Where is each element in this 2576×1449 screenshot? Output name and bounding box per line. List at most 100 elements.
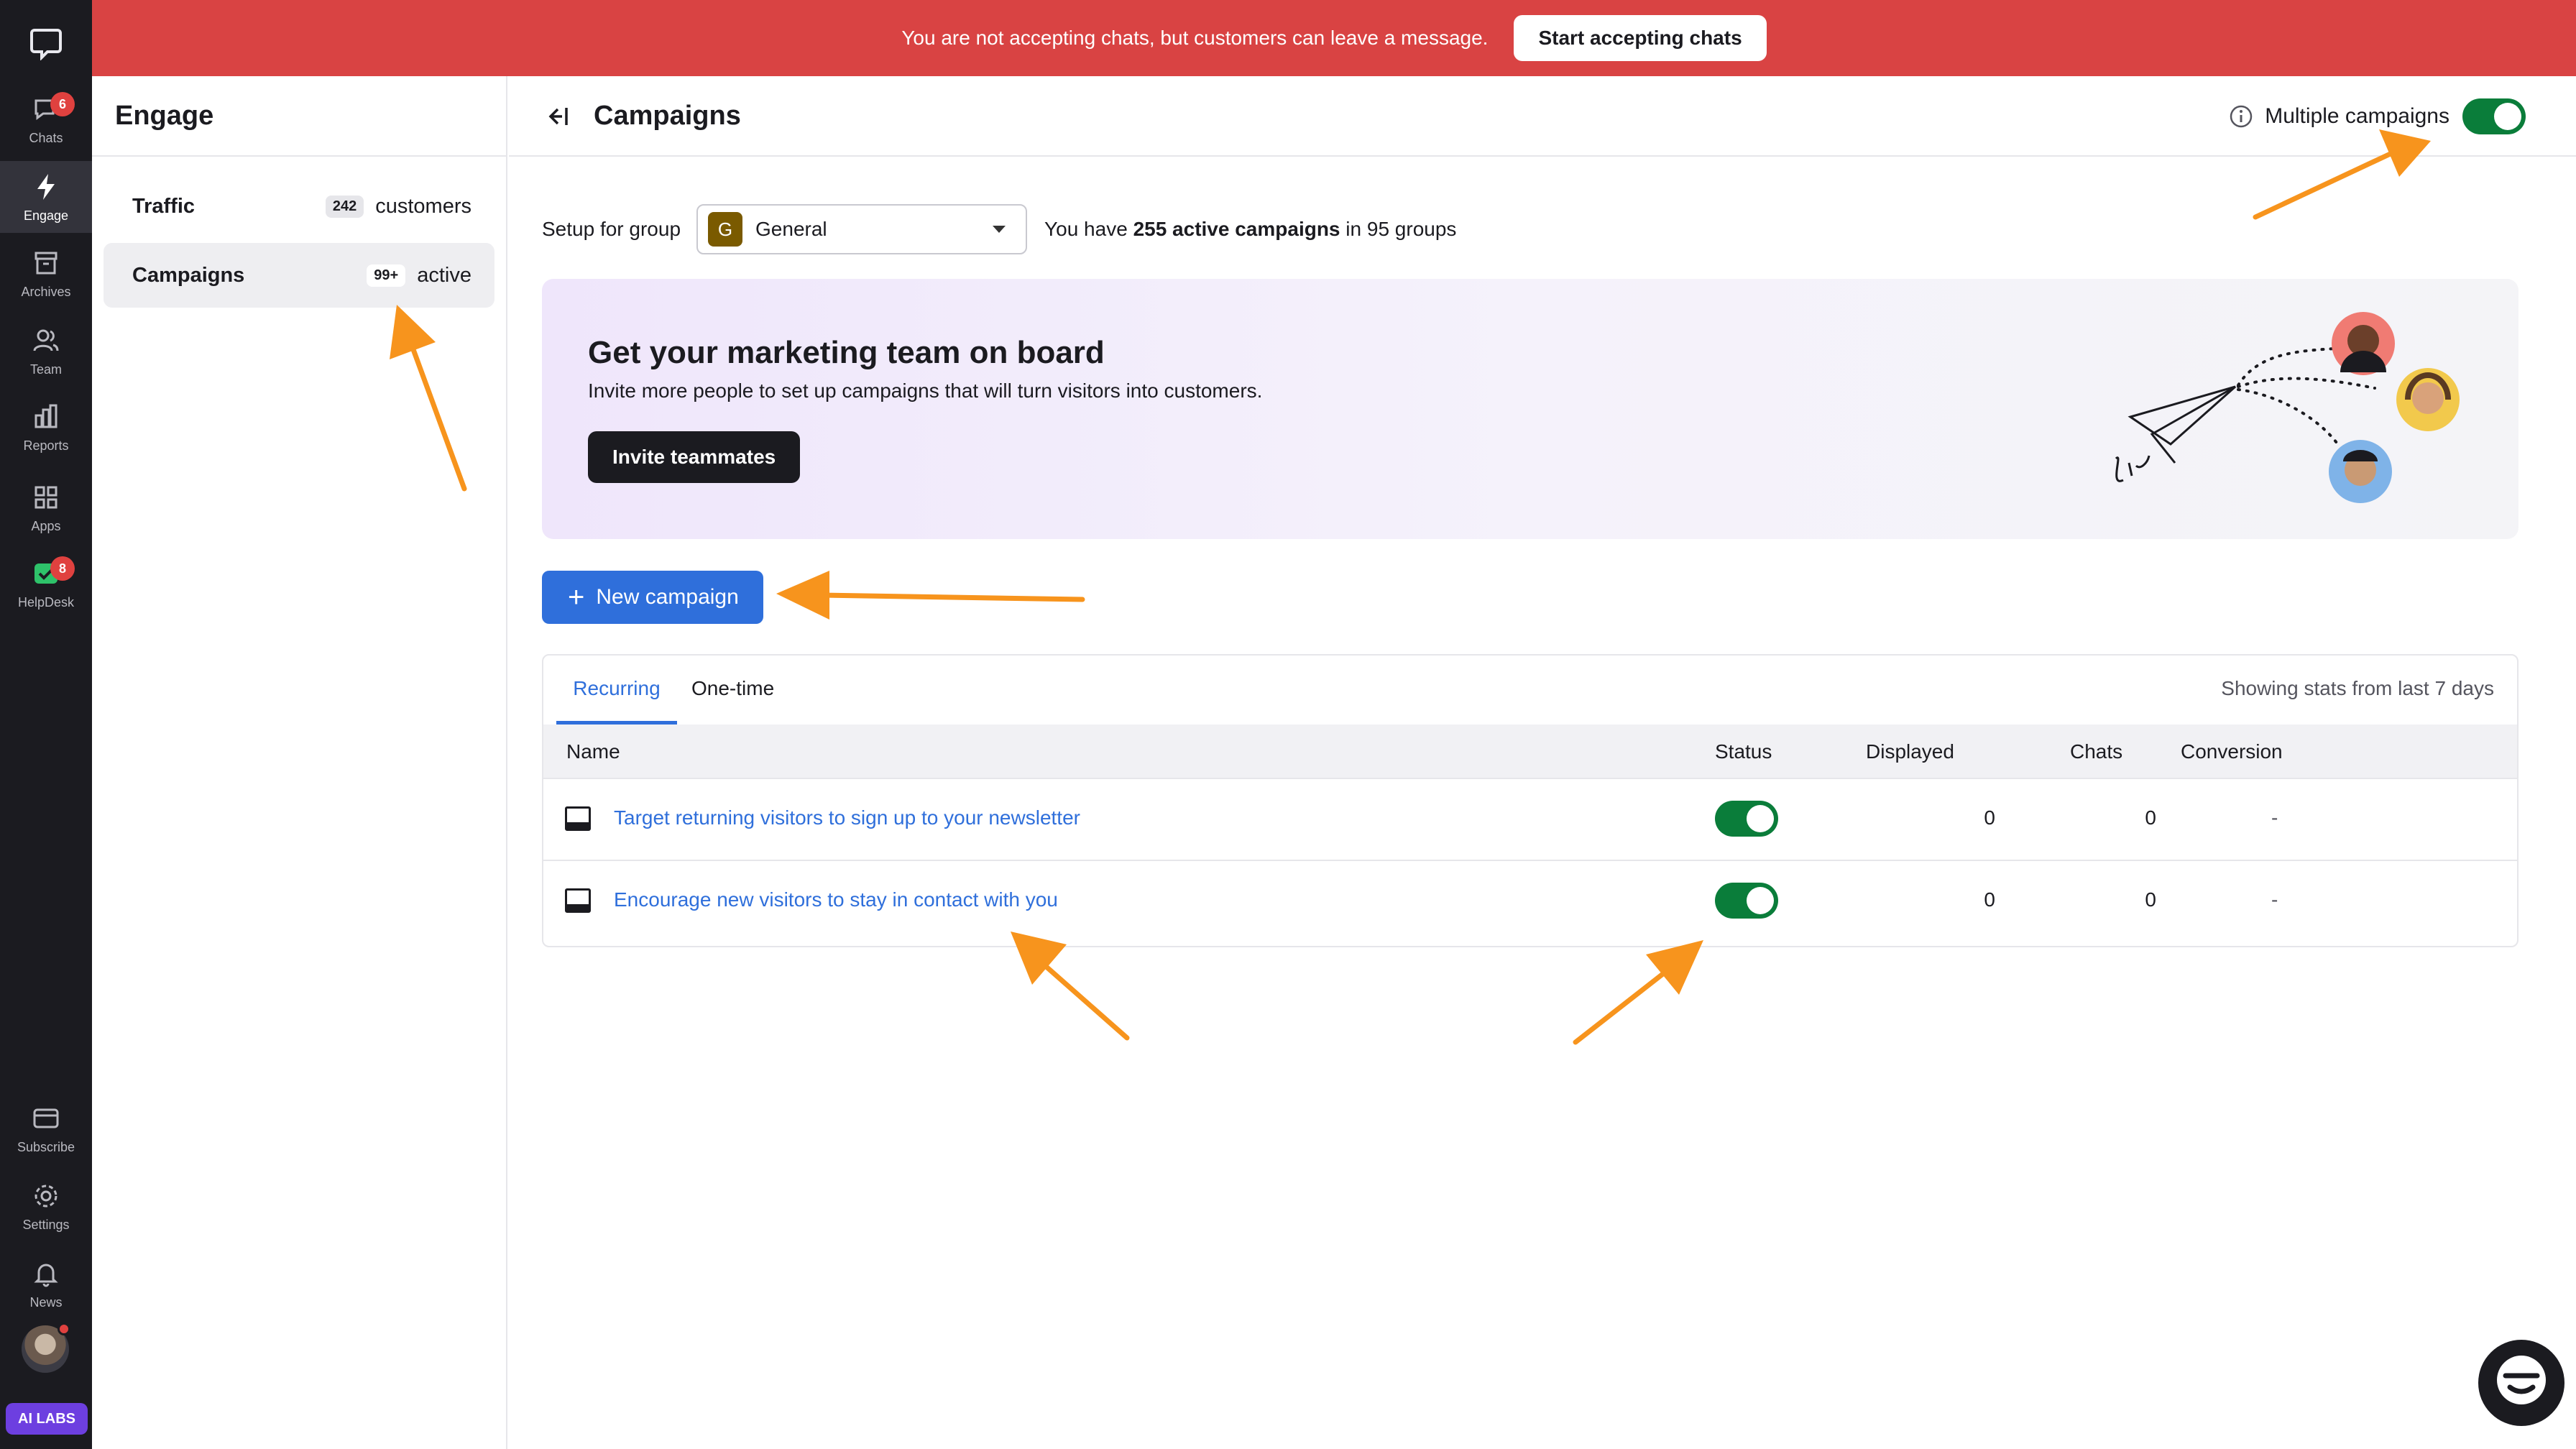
rail-label: Engage <box>23 208 69 223</box>
rail-label: HelpDesk <box>17 594 75 610</box>
helpdesk-count-badge: 8 <box>50 556 75 581</box>
paper-plane-illustration <box>2115 312 2460 503</box>
bell-icon <box>34 1264 58 1287</box>
stats-range-text: Showing stats from last 7 days <box>2221 677 2494 699</box>
chats-value: 0 <box>2145 806 2156 829</box>
collapse-arrow-icon[interactable] <box>542 102 571 131</box>
campaign-status-toggle[interactable] <box>1715 883 1778 919</box>
divider <box>92 155 506 157</box>
campaign-status-toggle[interactable] <box>1715 801 1778 837</box>
rail-label: Apps <box>31 518 61 533</box>
page-title: Campaigns <box>594 101 741 131</box>
new-campaign-label: New campaign <box>596 585 739 609</box>
team-icon <box>33 329 59 351</box>
app-logo-icon[interactable] <box>29 26 63 60</box>
count-suffix: customers <box>375 194 472 218</box>
page-header: Campaigns Multiple campaigns <box>509 76 2576 157</box>
chat-window-icon <box>565 806 591 831</box>
subnav-item-campaigns[interactable]: Campaigns 99+ active <box>104 243 494 308</box>
rail-label: Archives <box>21 284 71 299</box>
card-icon <box>33 1108 59 1128</box>
rail-item-engage[interactable]: Engage <box>0 161 92 233</box>
conversion-value: - <box>2271 806 2278 829</box>
chats-count-badge: 6 <box>50 92 75 116</box>
bar-chart-icon <box>34 404 58 428</box>
plus-icon: + <box>568 581 585 613</box>
chat-window-icon <box>565 888 591 913</box>
subnav-item-label: Campaigns <box>132 263 245 287</box>
chats-value: 0 <box>2145 888 2156 911</box>
rail-item-team[interactable]: Team <box>0 315 92 387</box>
group-setup-row: Setup for group G General You have 255 a… <box>542 204 1456 254</box>
chat-bubble-icon <box>2497 1356 2546 1404</box>
displayed-value: 0 <box>1984 888 1995 911</box>
rail-item-archives[interactable]: Archives <box>0 237 92 309</box>
rail-item-chats[interactable]: Chats 6 <box>0 83 92 155</box>
rail-label: News <box>29 1294 63 1310</box>
subnav-item-traffic[interactable]: Traffic 242 customers <box>104 174 494 239</box>
campaign-name-link[interactable]: Encourage new visitors to stay in contac… <box>614 888 1058 911</box>
rail-label: Settings <box>22 1217 70 1232</box>
rail-item-subscribe[interactable]: Subscribe <box>0 1092 92 1164</box>
invite-promo-card: Get your marketing team on board Invite … <box>542 279 2518 539</box>
campaign-summary: You have 255 active campaigns in 95 grou… <box>1044 218 1456 241</box>
displayed-value: 0 <box>1984 806 1995 829</box>
invite-teammates-button[interactable]: Invite teammates <box>588 431 801 483</box>
rail-label: Subscribe <box>17 1139 75 1154</box>
rail-item-reports[interactable]: Reports <box>0 391 92 463</box>
main-content: Campaigns Multiple campaigns Setup for g… <box>509 76 2576 1449</box>
summary-groups: in 95 groups <box>1340 218 1457 240</box>
rail-item-settings[interactable]: Settings <box>0 1170 92 1242</box>
multiple-campaigns-toggle[interactable] <box>2462 98 2526 134</box>
group-select-value: General <box>755 218 827 240</box>
summary-text: You have <box>1044 218 1133 240</box>
tab-one-time[interactable]: One-time <box>691 677 774 724</box>
chevron-down-icon <box>993 226 1006 233</box>
campaigns-table-card: Recurring One-time Showing stats from la… <box>542 654 2518 947</box>
rail-item-helpdesk[interactable]: HelpDesk 8 <box>0 548 92 620</box>
rail-label: Reports <box>23 438 69 453</box>
column-header-conversion: Conversion <box>2181 740 2283 763</box>
column-header-chats: Chats <box>2070 740 2123 763</box>
promo-title: Get your marketing team on board <box>588 335 1105 370</box>
table-header: Name Status Displayed Chats Conversion <box>543 724 2517 778</box>
campaign-name-link[interactable]: Target returning visitors to sign up to … <box>614 806 1080 829</box>
setup-label: Setup for group <box>542 218 681 240</box>
multiple-campaigns-label: Multiple campaigns <box>2265 104 2450 128</box>
left-nav-rail: Chats 6 Engage Archives Team Reports App… <box>0 0 92 1449</box>
subnav-title: Engage <box>115 101 214 131</box>
column-header-status: Status <box>1715 740 1772 763</box>
table-row: Encourage new visitors to stay in contac… <box>543 860 2517 942</box>
group-select[interactable]: G General <box>696 204 1028 254</box>
summary-active-count: 255 active campaigns <box>1133 218 1340 240</box>
start-accepting-chats-button[interactable]: Start accepting chats <box>1514 15 1767 61</box>
subnav-item-label: Traffic <box>132 194 196 218</box>
promo-subtitle: Invite more people to set up campaigns t… <box>588 380 1263 402</box>
rail-label: Team <box>29 362 62 377</box>
info-icon[interactable] <box>2229 104 2253 129</box>
campaign-tabs: Recurring One-time Showing stats from la… <box>543 656 2517 724</box>
ai-labs-button[interactable]: AI LABS <box>6 1403 88 1435</box>
column-header-name: Name <box>566 740 620 763</box>
count-badge: 242 <box>325 195 364 218</box>
count-badge: 99+ <box>367 264 406 287</box>
lightning-icon <box>37 173 55 200</box>
rail-label: Chats <box>29 130 63 145</box>
not-accepting-chats-banner: You are not accepting chats, but custome… <box>92 0 2576 76</box>
gear-icon <box>34 1184 58 1207</box>
multiple-campaigns-control: Multiple campaigns <box>2229 96 2526 137</box>
count-suffix: active <box>417 263 472 287</box>
tab-recurring[interactable]: Recurring <box>556 677 677 724</box>
engage-subnav: Engage Traffic 242 customers Campaigns 9… <box>92 76 507 1449</box>
archive-icon <box>34 252 58 274</box>
banner-text: You are not accepting chats, but custome… <box>901 27 1489 49</box>
rail-item-news[interactable]: News <box>0 1248 92 1320</box>
new-campaign-button[interactable]: + New campaign <box>542 571 763 624</box>
conversion-value: - <box>2271 888 2278 911</box>
table-row: Target returning visitors to sign up to … <box>543 778 2517 860</box>
column-header-displayed: Displayed <box>1866 740 1954 763</box>
group-initial-badge: G <box>708 212 743 247</box>
chat-widget-button[interactable] <box>2478 1340 2564 1426</box>
apps-grid-icon <box>34 486 58 508</box>
rail-item-apps[interactable]: Apps <box>0 472 92 543</box>
